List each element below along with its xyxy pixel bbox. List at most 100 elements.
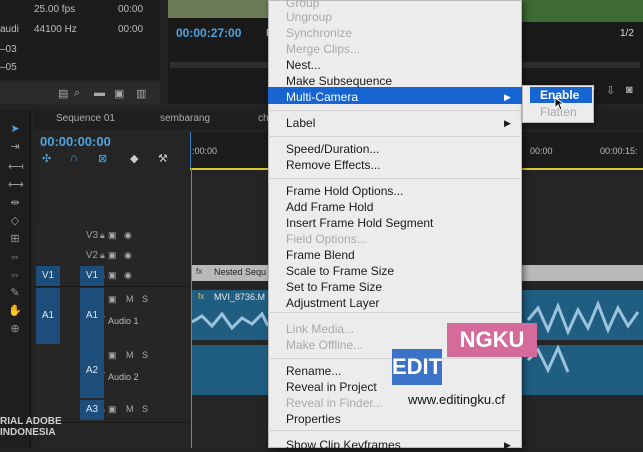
- row-4: –05: [0, 62, 17, 73]
- program-timecode[interactable]: 00:00:27:00: [176, 26, 241, 40]
- folder-icon[interactable]: ▬: [94, 87, 105, 99]
- menu-item-insert-frame-hold-segment[interactable]: Insert Frame Hold Segment: [286, 216, 433, 230]
- track-target-v1[interactable]: V1: [80, 266, 104, 286]
- sync-lock-icon[interactable]: ▣: [108, 294, 117, 305]
- menu-item-reveal-in-finder[interactable]: Reveal in Finder...: [286, 396, 383, 410]
- menu-item-group[interactable]: Group: [286, 0, 319, 10]
- project-panel: 25.00 fps 00:00 audi 44100 Hz 00:00 –03 …: [0, 0, 160, 80]
- track-name-a2: Audio 2: [108, 372, 139, 382]
- mouse-cursor-icon: [554, 97, 564, 111]
- resolution-select[interactable]: 1/2: [620, 28, 634, 39]
- submenu-arrow-icon: ▶: [504, 92, 511, 102]
- fps-value: 25.00 fps: [34, 4, 76, 15]
- menu-item-speed-duration[interactable]: Speed/Duration...: [286, 142, 379, 156]
- solo-button[interactable]: S: [142, 294, 148, 304]
- track-target-a3[interactable]: A3: [80, 400, 104, 420]
- eye-icon[interactable]: ◉: [124, 230, 132, 241]
- menu-item-scale-to-frame-size[interactable]: Scale to Frame Size: [286, 264, 394, 278]
- menu-item-show-clip-keyframes[interactable]: Show Clip Keyframes: [286, 438, 401, 452]
- menu-item-frame-blend[interactable]: Frame Blend: [286, 248, 355, 262]
- wrench-icon[interactable]: ⚒: [158, 152, 168, 165]
- menu-item-link-media[interactable]: Link Media...: [286, 322, 354, 336]
- menu-item-nest[interactable]: Nest...: [286, 58, 321, 72]
- menu-item-frame-hold-options[interactable]: Frame Hold Options...: [286, 184, 403, 198]
- mute-button[interactable]: M: [126, 350, 134, 360]
- pen-tool-icon[interactable]: ✎: [8, 286, 22, 300]
- selection-tool-icon[interactable]: ➤: [8, 122, 22, 136]
- solo-button[interactable]: S: [142, 404, 148, 414]
- menu-item-set-to-frame-size[interactable]: Set to Frame Size: [286, 280, 382, 294]
- menu-item-merge-clips[interactable]: Merge Clips...: [286, 42, 360, 56]
- menu-item-multi-camera[interactable]: Multi-Camera: [286, 90, 358, 104]
- linked-selection-icon[interactable]: ⊠: [98, 152, 107, 165]
- sync-lock-icon[interactable]: ▣: [108, 250, 117, 261]
- watermark-edit: EDIT: [392, 349, 442, 385]
- source-patch-v1[interactable]: V1: [36, 266, 60, 286]
- new-item-icon[interactable]: ▣: [114, 87, 124, 100]
- track-target-v2[interactable]: V2: [80, 250, 104, 261]
- sync-lock-icon[interactable]: ▣: [108, 230, 117, 241]
- row-3: –03: [0, 44, 17, 55]
- source-patch-a1[interactable]: A1: [36, 288, 60, 344]
- snap-icon[interactable]: ∩: [70, 152, 78, 164]
- menu-separator: [268, 110, 520, 111]
- menu-item-ungroup[interactable]: Ungroup: [286, 10, 332, 24]
- search-icon[interactable]: ⌕: [74, 87, 80, 100]
- menu-item-make-subsequence[interactable]: Make Subsequence: [286, 74, 392, 88]
- slip-tool-icon[interactable]: ⊞: [8, 232, 22, 246]
- menu-item-remove-effects[interactable]: Remove Effects...: [286, 158, 380, 172]
- watermark-adobe-line-2: INDONESIA: [0, 427, 56, 438]
- menu-item-adjustment-layer[interactable]: Adjustment Layer: [286, 296, 379, 310]
- ripple-edit-tool-icon[interactable]: ⟻: [8, 160, 24, 174]
- sync-lock-icon[interactable]: ▣: [108, 404, 117, 415]
- rate-stretch-tool-icon[interactable]: ⇹: [8, 196, 22, 210]
- sync-lock-icon[interactable]: ▣: [108, 270, 117, 281]
- menu-separator: [268, 136, 520, 137]
- trash-icon[interactable]: ▥: [136, 87, 146, 100]
- track-name-a1: Audio 1: [108, 316, 139, 326]
- track-select-tool-icon[interactable]: ⇥: [8, 140, 22, 154]
- menu-item-properties[interactable]: Properties: [286, 412, 341, 426]
- ruler-end-label: 00:00:15:: [600, 146, 638, 156]
- rolling-edit-tool-icon[interactable]: ⟷: [8, 178, 24, 192]
- menu-item-field-options[interactable]: Field Options...: [286, 232, 367, 246]
- playhead[interactable]: [191, 168, 192, 448]
- menu-item-label[interactable]: Label: [286, 116, 315, 130]
- menu-item-add-frame-hold[interactable]: Add Frame Hold: [286, 200, 373, 214]
- tab-sembarang[interactable]: sembarang: [160, 113, 210, 124]
- razor-tool-icon[interactable]: ◇: [8, 214, 22, 228]
- sync-lock-icon[interactable]: ▣: [108, 350, 117, 361]
- solo-button[interactable]: S: [142, 350, 148, 360]
- menu-item-synchronize[interactable]: Synchronize: [286, 26, 352, 40]
- add-marker-icon[interactable]: ◆: [130, 152, 138, 165]
- eye-icon[interactable]: ◉: [124, 270, 132, 281]
- track-header-v1: V1 🔒︎ V1 ▣ ◉: [34, 266, 190, 287]
- slide-tool-icon[interactable]: ⇔: [8, 250, 22, 264]
- watermark-adobe-indonesia: RIAL ADOBE INDONESIA: [0, 416, 62, 438]
- nest-toggle-icon[interactable]: ✣: [42, 152, 51, 165]
- camera-icon[interactable]: ◙: [626, 84, 633, 96]
- eye-icon[interactable]: ◉: [124, 250, 132, 261]
- program-video-frame: [168, 0, 268, 18]
- menu-separator: [268, 430, 520, 431]
- menu-item-rename[interactable]: Rename...: [286, 364, 341, 378]
- tab-sequence-01[interactable]: Sequence 01: [56, 113, 115, 124]
- menu-item-make-offline[interactable]: Make Offline...: [286, 338, 363, 352]
- extract-icon[interactable]: ⇩: [606, 84, 615, 97]
- track-target-a1[interactable]: A1: [80, 288, 104, 344]
- clip-name: Nested Sequ: [214, 267, 267, 277]
- menu-separator: [268, 312, 520, 313]
- zoom-tool-icon[interactable]: ⊕: [8, 322, 22, 336]
- tab-ch[interactable]: ch: [258, 113, 269, 124]
- mute-button[interactable]: M: [126, 294, 134, 304]
- watermark-adobe-line-1: RIAL ADOBE: [0, 416, 62, 427]
- slide-tool-2-icon[interactable]: ⇔: [8, 268, 22, 282]
- hand-tool-icon[interactable]: ✋: [8, 304, 22, 318]
- track-target-v3[interactable]: V3: [80, 230, 104, 241]
- sequence-timecode[interactable]: 00:00:00:00: [40, 134, 111, 149]
- list-view-icon[interactable]: ▤: [58, 87, 68, 100]
- menu-item-reveal-in-project[interactable]: Reveal in Project: [286, 380, 377, 394]
- ruler-start-label: :00:00: [192, 146, 218, 156]
- track-target-a2[interactable]: A2: [80, 344, 104, 398]
- mute-button[interactable]: M: [126, 404, 134, 414]
